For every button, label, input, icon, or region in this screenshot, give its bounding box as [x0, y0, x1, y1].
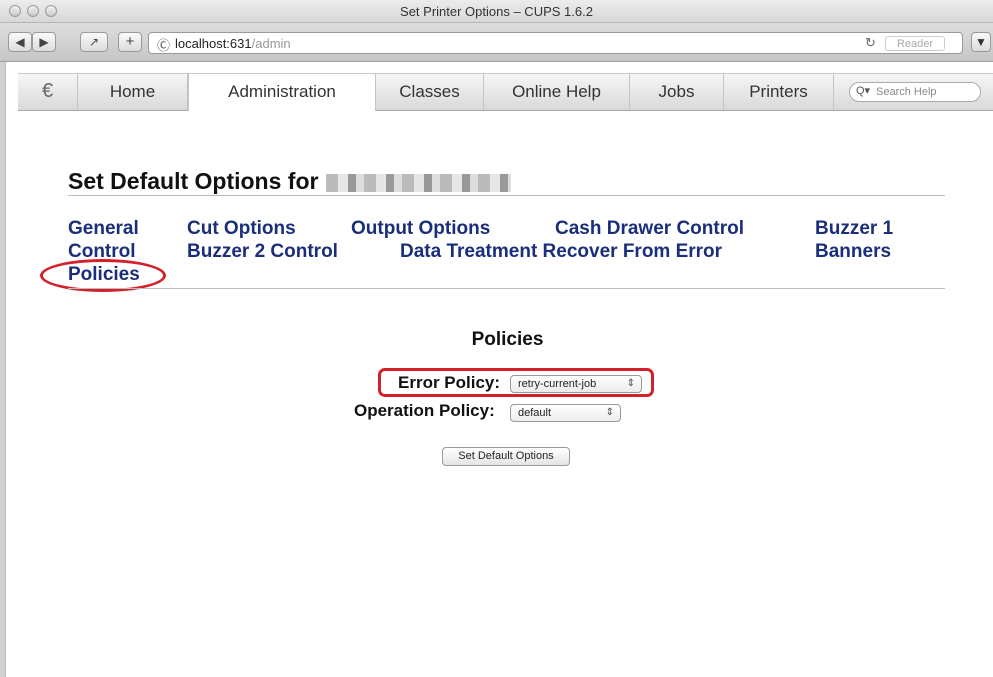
forward-arrow-icon: ▶ [39, 35, 49, 49]
select-arrows-icon: ⇕ [605, 407, 614, 418]
reader-button[interactable]: Reader [885, 36, 945, 51]
cups-nav-bar: € Home Administration Classes Online Hel… [18, 73, 993, 111]
url-host: localhost:631 [175, 36, 252, 51]
operation-policy-select[interactable]: default ⇕ [510, 404, 621, 422]
site-icon: Ⓒ [157, 38, 171, 53]
link-buzzer-2-control[interactable]: Buzzer 2 Control [187, 241, 338, 263]
tab-classes[interactable]: Classes [376, 74, 484, 110]
reload-icon[interactable]: ↻ [865, 35, 876, 51]
search-placeholder: Search Help [876, 86, 937, 98]
search-icon: Q▾ [856, 85, 871, 97]
links-divider [68, 288, 945, 289]
section-title: Policies [471, 329, 544, 350]
title-divider [68, 195, 945, 196]
search-help-input[interactable]: Q▾ Search Help [849, 82, 981, 102]
tab-online-help[interactable]: Online Help [484, 74, 630, 110]
new-tab-button[interactable]: + [118, 32, 142, 52]
download-icon: ▼ [975, 35, 987, 49]
link-buzzer-1[interactable]: Buzzer 1 [815, 218, 893, 240]
link-data-treatment[interactable]: Data Treatment Recover From Error [400, 241, 722, 263]
share-button[interactable]: ↗ [80, 32, 108, 52]
back-button[interactable]: ◀ [8, 32, 32, 52]
forward-button[interactable]: ▶ [32, 32, 56, 52]
link-banners[interactable]: Banners [815, 241, 891, 263]
link-output-options[interactable]: Output Options [351, 218, 490, 240]
cups-logo-icon[interactable]: € [18, 74, 78, 110]
page-title-text: Set Default Options for [68, 168, 319, 194]
share-icon: ↗ [88, 35, 100, 49]
url-path: /admin [251, 36, 291, 51]
window-title: Set Printer Options – CUPS 1.6.2 [400, 4, 593, 19]
downloads-button[interactable]: ▼ [971, 32, 991, 52]
operation-policy-label: Operation Policy: [354, 401, 495, 420]
set-default-options-button[interactable]: Set Default Options [442, 447, 570, 466]
window-title-bar: Set Printer Options – CUPS 1.6.2 [0, 0, 993, 23]
page-title: Set Default Options for [68, 168, 512, 195]
tab-jobs[interactable]: Jobs [630, 74, 724, 110]
tab-printers[interactable]: Printers [724, 74, 834, 110]
back-arrow-icon: ◀ [15, 35, 25, 49]
error-policy-highlight-box [378, 368, 654, 397]
window-left-edge [0, 62, 6, 677]
operation-policy-value: default [518, 407, 552, 419]
redacted-printer-name [326, 173, 512, 192]
link-cut-options[interactable]: Cut Options [187, 218, 296, 240]
link-general[interactable]: General [68, 218, 139, 240]
tab-home[interactable]: Home [78, 74, 188, 110]
address-bar[interactable]: Ⓒ localhost:631/admin ↻ Reader [148, 32, 963, 54]
link-cash-drawer-control[interactable]: Cash Drawer Control [555, 218, 744, 240]
tab-administration[interactable]: Administration [188, 74, 376, 111]
browser-toolbar: ◀ ▶ ↗ + Ⓒ localhost:631/admin ↻ Reader ▼ [0, 23, 993, 62]
